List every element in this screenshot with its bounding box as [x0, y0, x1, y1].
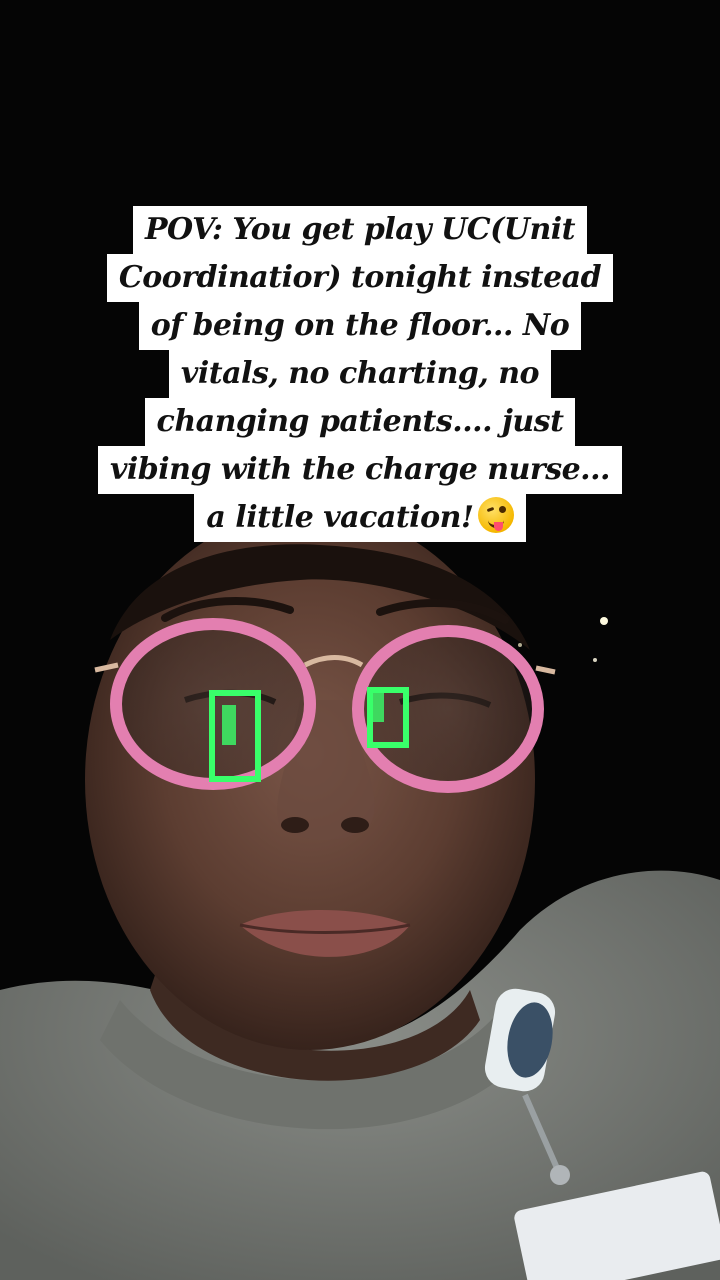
- winking-face-with-tongue-icon: [477, 497, 514, 533]
- background-light: [593, 658, 597, 662]
- selfie-photo: [0, 0, 720, 1280]
- caption-overlay: POV: You get play UC(Unit Coordinatior) …: [60, 206, 660, 542]
- caption-text: a little vacation!: [206, 500, 474, 535]
- caption-line: Coordinatior) tonight instead: [106, 254, 614, 302]
- caption-line: POV: You get play UC(Unit: [132, 206, 588, 254]
- caption-line-last: a little vacation!: [194, 494, 526, 542]
- caption-line: of being on the floor... No: [138, 302, 582, 350]
- caption-line: vitals, no charting, no: [168, 350, 552, 398]
- caption-line: vibing with the charge nurse...: [97, 446, 623, 494]
- background-light: [600, 617, 608, 625]
- background-light: [518, 643, 522, 647]
- caption-line: changing patients.... just: [144, 398, 576, 446]
